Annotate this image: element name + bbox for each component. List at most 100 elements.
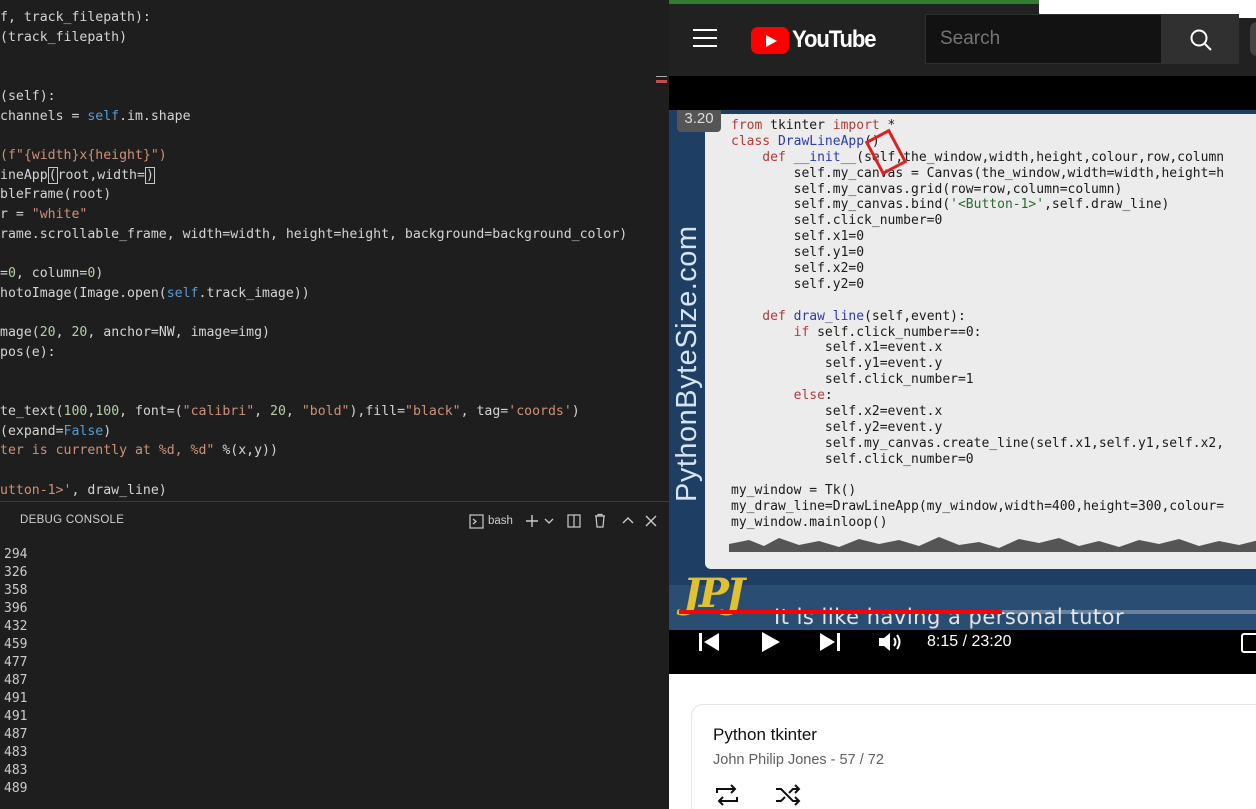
code-token: self: [87, 108, 120, 124]
play-icon[interactable]: [758, 630, 782, 654]
code-token: ,: [55, 325, 72, 341]
code-line[interactable]: ineApp(root,width=): [0, 166, 155, 186]
youtube-logo[interactable]: YouTube: [751, 26, 883, 54]
volume-icon[interactable]: [877, 630, 905, 654]
code-token: %(x,y)): [214, 443, 278, 459]
previous-icon[interactable]: [697, 630, 721, 654]
code-line[interactable]: bleFrame(root): [0, 185, 111, 205]
video-code-token: __init__: [785, 149, 857, 165]
code-token: 20: [270, 404, 286, 419]
video-code-token: self.y1=event.y: [731, 356, 943, 372]
video-code-line: self.click_number=0: [731, 452, 1224, 468]
kill-terminal-button[interactable]: [592, 511, 608, 531]
code-line[interactable]: hotoImage(Image.open(self.track_image)): [0, 284, 310, 304]
video-code-token: import: [832, 118, 880, 133]
video-code-line: self.y2=0: [731, 277, 1224, 293]
code-line[interactable]: utton-1>', draw_line): [0, 481, 167, 501]
next-icon[interactable]: [818, 630, 842, 654]
code-token: .im.shape: [119, 108, 191, 124]
code-token: ),fill=: [349, 404, 406, 419]
code-line[interactable]: rame.scrollable_frame, width=width, heig…: [0, 225, 627, 245]
youtube-header: YouTube: [669, 0, 1256, 76]
terminal-line: 432: [4, 619, 28, 634]
code-token: self: [166, 285, 199, 301]
code-editor[interactable]: f, track_filepath): (track_filepath) (self…: [0, 0, 669, 501]
terminal-output[interactable]: 294 326 358 396 432 459 477 487 491 491 487 483 483 4…: [4, 546, 27, 798]
video-code-token: self.my_canvas.grid(row=row,column=colum…: [731, 181, 1123, 197]
split-terminal-button[interactable]: [566, 511, 582, 531]
video-code-token: ,self.draw_line): [1044, 197, 1170, 213]
video-code-token: self.y2=event.y: [731, 419, 943, 435]
terminal-line: 294: [4, 547, 28, 562]
video-code-token: class: [731, 133, 771, 149]
code-token: ): [571, 404, 580, 419]
playlist-title[interactable]: Python tkinter: [713, 725, 817, 745]
code-line[interactable]: f, track_filepath):: [0, 8, 151, 28]
video-code-line: self.x1=event.x: [731, 340, 1224, 356]
video-code-line: def __init__(self,the_window,width,heigh…: [731, 150, 1224, 166]
code-line[interactable]: (expand=False): [0, 422, 111, 442]
video-code-token: self.click_number==0:: [809, 324, 982, 340]
maximize-panel-button[interactable]: [620, 511, 636, 531]
video-code-token: :: [824, 388, 833, 404]
code-line[interactable]: mage(20, 20, anchor=NW, image=img): [0, 323, 270, 343]
code-line[interactable]: (f"{width}x{height}"): [0, 146, 167, 166]
code-line[interactable]: te_text(100,100, font=("calibri", 20, "b…: [0, 402, 580, 422]
chevron-up-icon: [622, 517, 634, 524]
video-code-line: self.y2=event.y: [731, 420, 1224, 436]
video-code-line: else:: [731, 388, 1224, 404]
tab-debug-console[interactable]: DEBUG CONSOLE: [20, 514, 124, 526]
terminal-selector[interactable]: bash: [469, 511, 519, 531]
code-token: ): [103, 423, 112, 439]
search-input[interactable]: [925, 14, 1161, 64]
code-line[interactable]: r = "white": [0, 205, 87, 225]
code-token: ): [144, 166, 155, 184]
youtube-window: YouTube PythonByteSize.com from tkinter …: [669, 0, 1256, 809]
code-line[interactable]: channels = self.im.shape: [0, 107, 191, 127]
playlist-panel: Python tkinter John Philip Jones - 57 / …: [691, 704, 1256, 809]
code-token: "bold": [301, 404, 350, 419]
video-code-line: self.my_canvas.create_line(self.x1,self.…: [731, 436, 1224, 452]
video-code-token: from: [731, 118, 763, 133]
terminal-dropdown-button[interactable]: [543, 511, 555, 531]
terminal-line: 491: [4, 709, 28, 724]
video-code-line: self.x2=event.x: [731, 404, 1224, 420]
loop-icon[interactable]: [713, 783, 741, 807]
video-code-line: class DrawLineApp(): [731, 134, 1224, 150]
video-player[interactable]: PythonByteSize.com from tkinter import *…: [669, 110, 1256, 674]
code-line[interactable]: pos(e):: [0, 343, 56, 363]
video-code-token: self.my_canvas.bind(: [731, 197, 951, 213]
terminal-line: 483: [4, 745, 28, 760]
terminal-line: 477: [4, 655, 28, 670]
avatar[interactable]: [1250, 22, 1256, 56]
close-panel-button[interactable]: [643, 511, 659, 531]
code-line[interactable]: (self):: [0, 87, 56, 107]
video-code-line: [731, 293, 1224, 309]
code-token: , column=: [15, 266, 88, 282]
search-button[interactable]: [1161, 14, 1239, 64]
miniplayer-icon[interactable]: [1241, 633, 1256, 653]
video-code-line: self.my_canvas.bind('<Button-1>',self.dr…: [731, 197, 1224, 213]
code-line[interactable]: =0, column=0): [0, 264, 103, 284]
code-token: , draw_line): [71, 482, 167, 498]
code-token: pos(e):: [0, 344, 56, 360]
new-terminal-button[interactable]: [524, 511, 540, 531]
player-top-band: [669, 76, 1256, 110]
menu-icon[interactable]: [693, 29, 717, 49]
code-token: channels =: [0, 108, 88, 124]
code-token: r =: [0, 207, 32, 222]
code-line[interactable]: (track_filepath): [0, 28, 127, 48]
playlist-meta[interactable]: John Philip Jones - 57 / 72: [713, 752, 884, 768]
torn-paper-edge: [729, 537, 1256, 552]
code-token: (track_filepath): [0, 29, 128, 45]
video-code-line: self.x2=0: [731, 261, 1224, 277]
code-line[interactable]: ter is currently at %d, %d" %(x,y)): [0, 441, 278, 461]
progress-bar[interactable]: [679, 610, 1256, 614]
video-code-token: draw_line: [785, 308, 865, 324]
video-code-line: self.my_canvas.grid(row=row,column=colum…: [731, 182, 1224, 198]
terminal-line: 326: [4, 565, 28, 580]
shuffle-icon[interactable]: [774, 783, 802, 807]
youtube-play-logo-icon: [751, 26, 789, 54]
terminal-line: 491: [4, 691, 28, 706]
code-token: 100: [63, 404, 88, 419]
